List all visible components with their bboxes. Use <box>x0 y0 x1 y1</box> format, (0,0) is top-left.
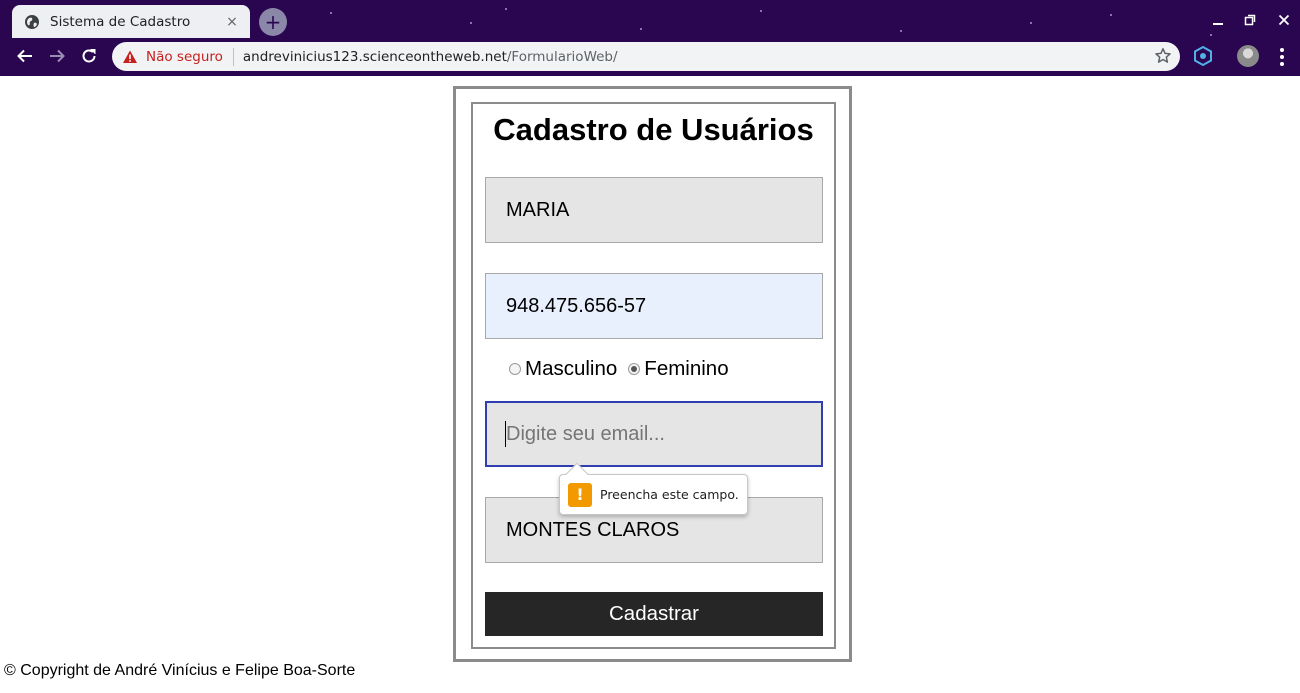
arrow-right-icon <box>50 49 65 63</box>
browser-menu-icon[interactable] <box>1272 46 1292 68</box>
close-window-icon[interactable] <box>1272 10 1296 30</box>
reload-icon <box>82 49 96 63</box>
back-button[interactable] <box>12 43 38 69</box>
tab-sistema-de-cadastro[interactable]: Sistema de Cadastro × <box>12 5 250 38</box>
extension-icon[interactable] <box>1192 45 1214 67</box>
profile-avatar[interactable] <box>1237 45 1259 67</box>
validation-tooltip: ! Preencha este campo. <box>559 462 748 515</box>
address-separator <box>232 47 234 66</box>
browser-chrome: Sistema de Cadastro × + Não seguro andre… <box>0 0 1300 76</box>
radio-label-masculino[interactable]: Masculino <box>525 357 617 381</box>
security-status[interactable]: Não seguro <box>146 49 223 65</box>
email-input[interactable] <box>485 401 823 467</box>
email-field-wrapper <box>473 401 834 467</box>
submit-button[interactable]: Cadastrar <box>485 592 823 636</box>
copyright-footer: © Copyright de André Vinícius e Felipe B… <box>4 662 356 679</box>
radio-feminino[interactable] <box>628 363 641 375</box>
globe-icon <box>25 14 39 29</box>
page-viewport: Cadastro de Usuários Masculino Feminino … <box>0 76 1300 693</box>
url-host: andrevinicius123.scienceontheweb.net <box>242 48 507 65</box>
exclamation-icon: ! <box>568 482 592 507</box>
warning-triangle-icon <box>123 50 137 63</box>
close-tab-icon[interactable]: × <box>224 14 240 30</box>
forward-button[interactable] <box>44 43 70 69</box>
bookmark-star-icon[interactable] <box>1154 47 1172 65</box>
form-outer-frame: Cadastro de Usuários Masculino Feminino … <box>453 86 852 662</box>
radio-masculino[interactable] <box>509 363 521 375</box>
minimize-icon[interactable] <box>1206 10 1230 30</box>
reload-button[interactable] <box>76 43 102 69</box>
tab-title: Sistema de Cadastro <box>50 13 191 30</box>
address-bar[interactable]: Não seguro andrevinicius123.scienceonthe… <box>112 42 1180 71</box>
validation-message: Preencha este campo. <box>600 487 739 502</box>
restore-icon[interactable] <box>1238 10 1262 30</box>
name-input[interactable] <box>485 177 823 243</box>
text-caret <box>505 421 506 447</box>
tab-strip: Sistema de Cadastro × + <box>0 0 1300 38</box>
arrow-left-icon <box>17 49 32 63</box>
new-tab-button[interactable]: + <box>259 8 287 36</box>
url-path: /FormularioWeb/ <box>506 48 618 65</box>
gender-radio-group: Masculino Feminino <box>509 357 740 381</box>
cpf-input[interactable] <box>485 273 823 339</box>
form-title: Cadastro de Usuários <box>493 112 814 147</box>
registration-form: Cadastro de Usuários Masculino Feminino … <box>471 102 836 649</box>
radio-label-feminino[interactable]: Feminino <box>644 357 728 381</box>
